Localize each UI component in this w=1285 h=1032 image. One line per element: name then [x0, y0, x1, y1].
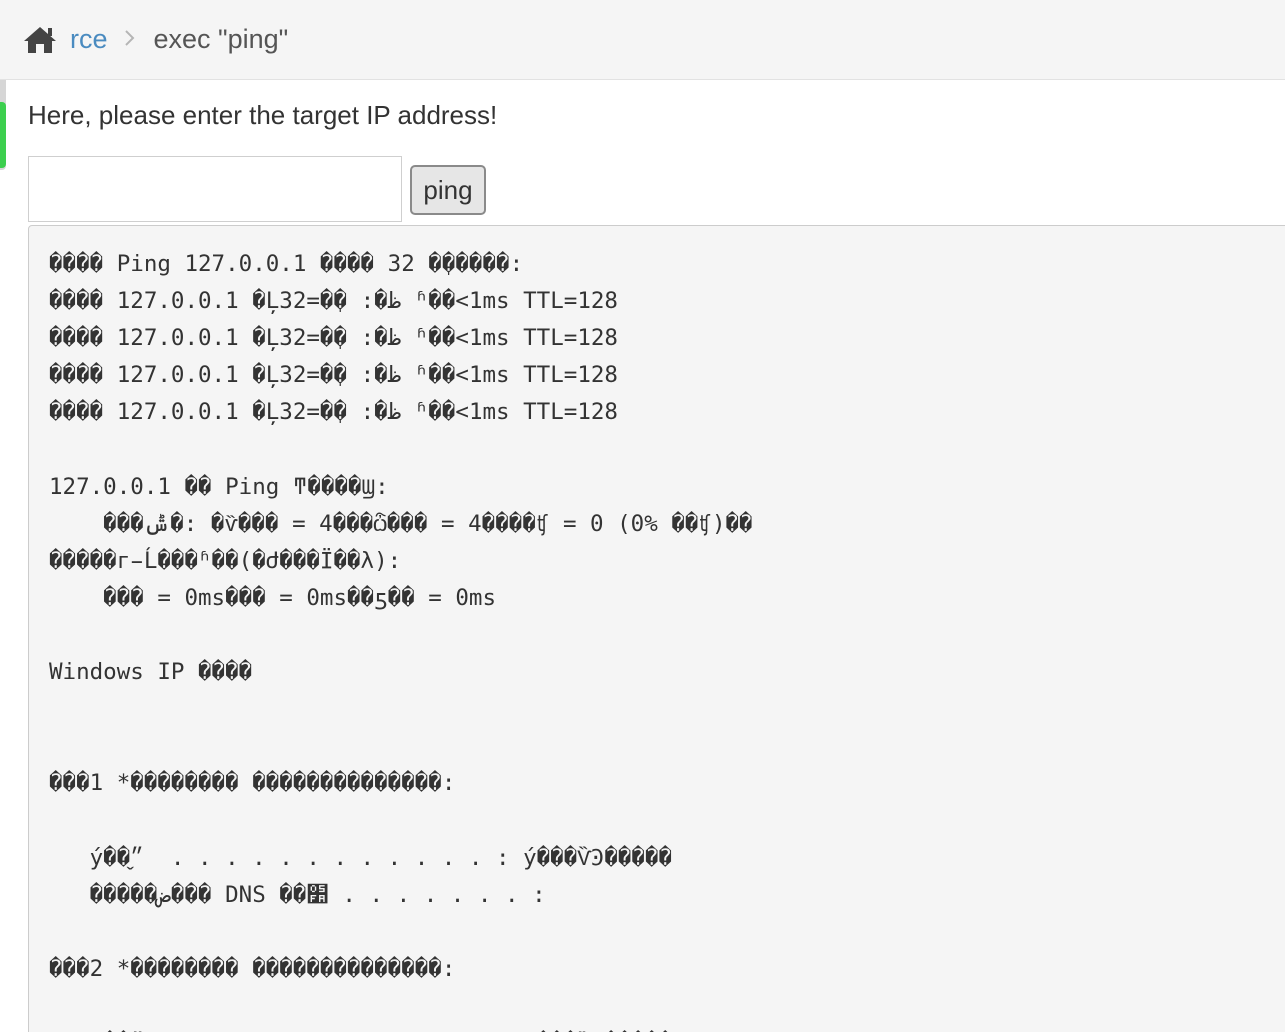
ip-address-input[interactable] — [28, 156, 402, 222]
output-line: ���2 *�������� ��������������: — [49, 955, 456, 982]
ping-button[interactable]: ping — [410, 165, 486, 215]
output-line: ���ݰ�: �ѷ��� = 4���ѽ��� = 4����ʧ = 0 (0%… — [49, 510, 753, 537]
output-line: ���� 127.0.0.1 �Ļظ�: �ֽ�=32 ʱ��<1ms TTL=… — [49, 288, 618, 315]
home-icon[interactable] — [22, 24, 58, 56]
output-line: ���� 127.0.0.1 �Ļظ�: �ֽ�=32 ʱ��<1ms TTL=… — [49, 362, 618, 389]
output-line: ý��״̬ . . . . . . . . . . . . : ý���ѶϿ��… — [49, 844, 673, 871]
output-line: �����г̵Ĺ���ʱ��(�Ժ���Ϊ��λ): — [49, 547, 402, 574]
chevron-right-icon — [124, 26, 136, 54]
output-line: ���� Ping 127.0.0.1 ���� 32 �ֽ�����: — [49, 251, 524, 277]
side-tab-active-indicator — [0, 102, 6, 168]
output-line: 127.0.0.1 �� Ping ͳ����Ϣ: — [49, 473, 389, 500]
output-line: ���� 127.0.0.1 �Ļظ�: �ֽ�=32 ʱ��<1ms TTL=… — [49, 325, 618, 352]
ping-output: ���� Ping 127.0.0.1 ���� 32 �ֽ�����: ���… — [28, 225, 1285, 1032]
breadcrumb-current-page: exec "ping" — [153, 24, 289, 54]
breadcrumb-link-rce[interactable]: rce — [70, 24, 108, 55]
breadcrumb: rce exec "ping" — [0, 0, 1285, 80]
output-line: ���� 127.0.0.1 �Ļظ�: �ֽ�=32 ʱ��<1ms TTL=… — [49, 399, 618, 426]
output-line: Windows IP ���� — [49, 659, 253, 686]
ip-prompt-label: Here, please enter the target IP address… — [28, 100, 498, 130]
output-line: �����ض��� DNS ��׺ . . . . . . . : — [49, 881, 546, 908]
output-line: ���1 *�������� ��������������: — [49, 770, 456, 797]
output-line: ��� = 0ms��� = 0ms��ƽ�� = 0ms — [49, 584, 497, 611]
